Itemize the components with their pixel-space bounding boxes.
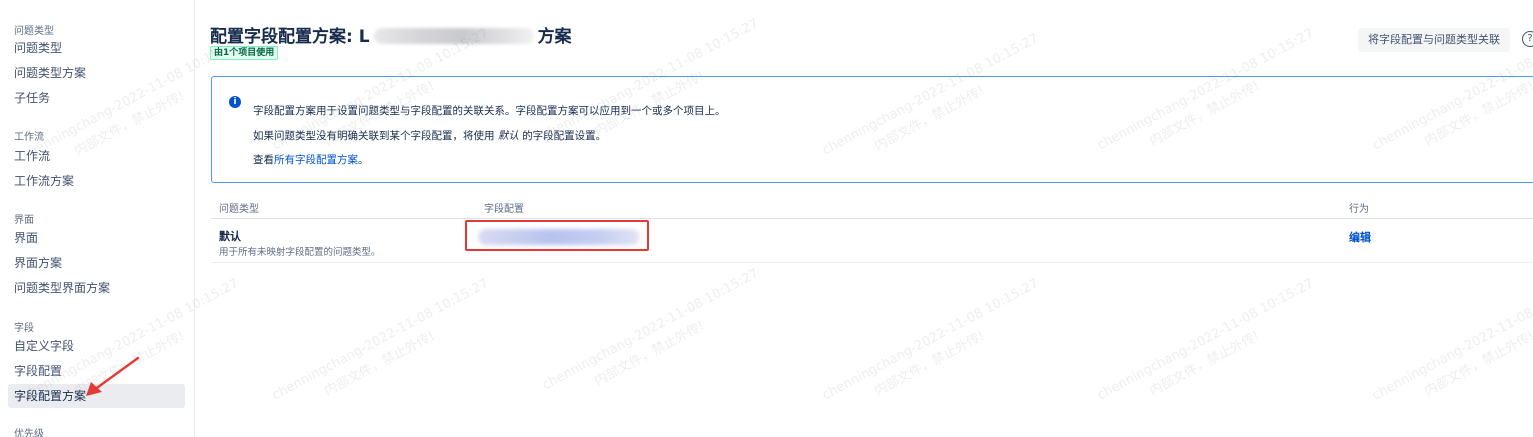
page-title-prefix: 配置字段配置方案: L bbox=[210, 27, 370, 47]
annotation-highlight-box bbox=[465, 220, 649, 251]
table-row: 默认 用于所有未映射字段配置的问题类型。 编辑 bbox=[211, 220, 1533, 263]
info-view-before: 查看 bbox=[253, 154, 274, 166]
info-line-description: 字段配置方案用于设置问题类型与字段配置的关联关系。字段配置方案可以应用到一个或多… bbox=[253, 105, 726, 117]
info-default-after: 的字段配置设置。 bbox=[522, 130, 607, 142]
info-view-after: 。 bbox=[358, 154, 369, 166]
used-by-projects-badge[interactable]: 由1个项目使用 bbox=[210, 46, 279, 60]
info-icon: i bbox=[229, 96, 241, 108]
sidebar-item-subtasks[interactable]: 子任务 bbox=[8, 86, 185, 110]
sidebar-item-workflow-schemes[interactable]: 工作流方案 bbox=[8, 169, 185, 193]
sidebar-item-custom-fields[interactable]: 自定义字段 bbox=[8, 334, 185, 358]
info-message: i 字段配置方案用于设置问题类型与字段配置的关联关系。字段配置方案可以应用到一个… bbox=[211, 76, 1533, 183]
sidebar-item-field-configurations[interactable]: 字段配置 bbox=[8, 359, 185, 383]
sidebar-item-issue-type-schemes[interactable]: 问题类型方案 bbox=[8, 61, 185, 85]
admin-sidebar: 问题类型 问题类型 问题类型方案 子任务 工作流 工作流 工作流方案 界面 界面… bbox=[0, 0, 195, 437]
sidebar-group-title-workflows: 工作流 bbox=[14, 132, 44, 143]
sidebar-item-issue-type-screen-schemes[interactable]: 问题类型界面方案 bbox=[8, 276, 185, 300]
redacted-scheme-name bbox=[373, 28, 534, 44]
sidebar-item-field-configuration-schemes[interactable]: 字段配置方案 bbox=[8, 384, 185, 408]
table-header: 问题类型 字段配置 行为 bbox=[211, 194, 1533, 219]
info-line-view-all: 查看所有字段配置方案。 bbox=[253, 152, 369, 167]
column-header-actions: 行为 bbox=[1349, 204, 1369, 215]
column-header-issue-type: 问题类型 bbox=[219, 204, 259, 215]
row-issue-type-title: 默认 bbox=[219, 230, 241, 243]
sidebar-item-screen-schemes[interactable]: 界面方案 bbox=[8, 251, 185, 275]
main-content: 配置字段配置方案: L 方案 由1个项目使用 将字段配置与问题类型关联 ? i 字… bbox=[196, 0, 1533, 437]
info-default-word: 默认 bbox=[497, 130, 519, 142]
all-field-config-schemes-link[interactable]: 所有字段配置方案 bbox=[274, 154, 358, 166]
page-title: 配置字段配置方案: L 方案 bbox=[210, 22, 572, 47]
info-default-before: 如果问题类型没有明确关联到某个字段配置，将使用 bbox=[253, 130, 495, 142]
sidebar-group-title-issue-types: 问题类型 bbox=[14, 26, 54, 37]
page-title-suffix: 方案 bbox=[537, 27, 572, 47]
edit-link[interactable]: 编辑 bbox=[1349, 229, 1371, 245]
sidebar-group-title-screens: 界面 bbox=[14, 215, 34, 226]
sidebar-group-title-fields: 字段 bbox=[14, 323, 34, 334]
info-line-default: 如果问题类型没有明确关联到某个字段配置，将使用 默认 的字段配置设置。 bbox=[253, 128, 606, 143]
sidebar-item-screens[interactable]: 界面 bbox=[8, 226, 185, 250]
sidebar-item-workflows[interactable]: 工作流 bbox=[8, 144, 185, 168]
sidebar-item-issue-types[interactable]: 问题类型 bbox=[8, 36, 185, 60]
help-icon[interactable]: ? bbox=[1522, 31, 1533, 47]
sidebar-group-title-priorities: 优先级 bbox=[14, 429, 44, 437]
column-header-field-configuration: 字段配置 bbox=[484, 204, 524, 215]
associate-issue-type-button[interactable]: 将字段配置与问题类型关联 bbox=[1358, 28, 1510, 52]
row-issue-type-description: 用于所有未映射字段配置的问题类型。 bbox=[219, 247, 381, 258]
